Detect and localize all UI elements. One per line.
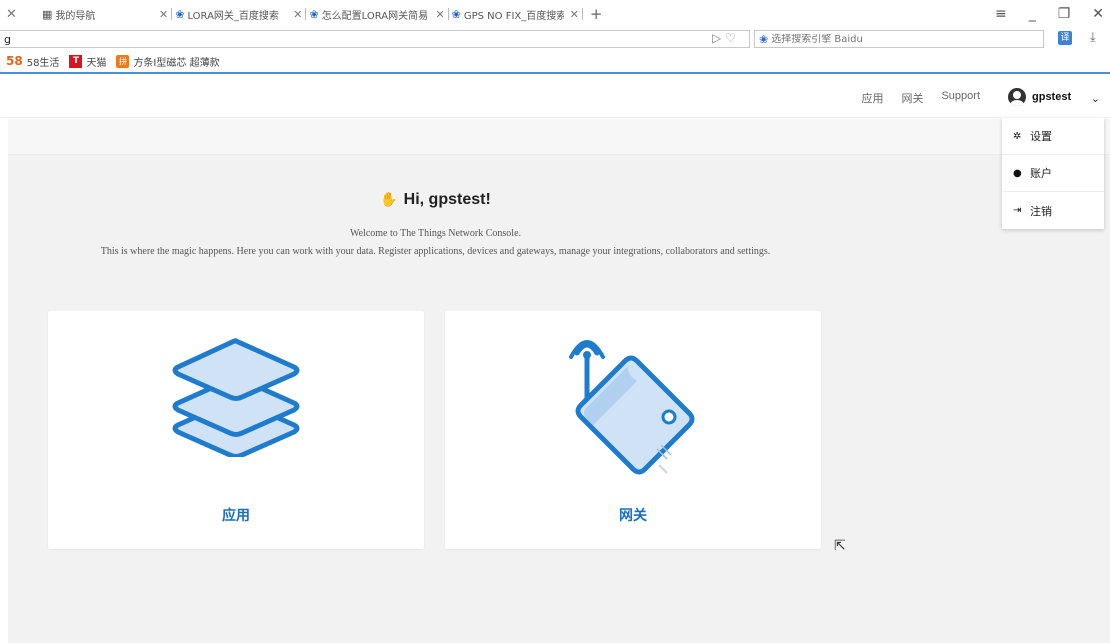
minimize-icon[interactable]: _: [1029, 6, 1036, 22]
tab-separator: [305, 8, 307, 20]
nav-applications[interactable]: 应用: [861, 90, 883, 106]
browser-tab-nav[interactable]: ▦ 我的导航: [30, 0, 155, 28]
close-tab-icon[interactable]: ✕: [6, 7, 17, 22]
bookmarks-bar: 58 58生活 T 天猫 拼 方条I型磁芯 超薄款: [0, 50, 1110, 74]
address-actions: ▷ ♡: [712, 31, 736, 45]
translate-icon[interactable]: 译: [1058, 31, 1072, 45]
heart-icon[interactable]: ♡: [725, 31, 736, 45]
browser-tab-partial[interactable]: ✕: [0, 0, 30, 28]
chevron-down-icon: ⌄: [1090, 92, 1100, 105]
address-bar: ▷ ♡ ❀ 译 ⤓: [0, 28, 1110, 50]
close-tab-icon[interactable]: ✕: [159, 8, 168, 21]
tab-separator: [581, 8, 583, 20]
menu-icon[interactable]: ≡: [995, 6, 1007, 22]
gateway-device-icon: [569, 340, 695, 475]
baidu-paw-icon: ❀: [759, 32, 769, 46]
greeting-text: Hi, gpstest!: [403, 191, 491, 208]
close-tab-icon[interactable]: ✕: [570, 8, 579, 21]
new-tab-icon[interactable]: +: [590, 5, 603, 23]
stacked-layers-icon: [172, 338, 300, 457]
download-icon[interactable]: ⤓: [1090, 30, 1096, 45]
dropdown-item-label: 注销: [1030, 204, 1052, 218]
tab-label: GPS NO FIX_百度搜索: [463, 10, 564, 22]
welcome-text: Welcome to The Things Network Console.: [349, 228, 522, 239]
tab-label: 怎么配置LORA网关简易: [321, 10, 429, 22]
close-tab-icon[interactable]: ✕: [293, 8, 302, 21]
bookmark-label: 58生活: [26, 57, 60, 69]
user-icon: ●: [1013, 167, 1022, 179]
baidu-paw-icon: ❀: [451, 7, 461, 21]
applications-card-label: 应用: [222, 508, 250, 524]
bookmark-label: 天猫: [86, 57, 107, 69]
baidu-paw-icon: ❀: [309, 7, 319, 21]
mouse-cursor-icon: ⇱: [834, 538, 846, 554]
url-input[interactable]: [0, 30, 750, 48]
applications-card[interactable]: 应用: [48, 311, 424, 549]
search-box[interactable]: ❀: [754, 30, 1044, 48]
close-window-icon[interactable]: ✕: [1092, 6, 1104, 22]
restore-icon[interactable]: ❐: [1058, 6, 1071, 22]
site-header: 应用 网关 Support gpstest ⌄: [0, 76, 1110, 118]
close-tab-icon[interactable]: ✕: [435, 8, 444, 21]
username: gpstest: [1032, 91, 1072, 103]
nav-support[interactable]: Support: [941, 90, 980, 106]
gateways-card-label: 网关: [619, 508, 647, 524]
description-text: This is where the magic happens. Here yo…: [100, 246, 771, 257]
play-icon[interactable]: ▷: [712, 31, 721, 45]
main-nav: 应用 网关 Support: [861, 90, 980, 106]
tmall-logo-icon: T: [69, 54, 83, 68]
browser-tab-bar: ✕ ▦ 我的导航 ✕ ❀ LORA网关_百度搜索 ✕ ❀ 怎么配置LORA网关简…: [0, 0, 1110, 28]
window-controls: ≡ _ ❐ ✕: [995, 0, 1104, 28]
user-dropdown: ✲ 设置 ● 账户 ⇥ 注销: [1002, 118, 1104, 229]
dropdown-item-logout[interactable]: ⇥ 注销: [1002, 192, 1104, 229]
tab-label: 我的导航: [55, 10, 96, 22]
waving-hand-icon: ✋: [380, 191, 398, 207]
main-content: ✋ Hi, gpstest! Welcome to The Things Netw…: [8, 119, 1110, 643]
baidu-paw-icon: ❀: [175, 7, 185, 21]
search-input[interactable]: [771, 33, 1022, 45]
dropdown-item-account[interactable]: ● 账户: [1002, 155, 1104, 192]
dropdown-item-label: 账户: [1030, 167, 1052, 180]
gateways-card[interactable]: 网关: [445, 311, 821, 549]
grid-icon: ▦: [42, 7, 53, 21]
tab-label: LORA网关_百度搜索: [187, 10, 279, 22]
gear-icon: ✲: [1013, 130, 1022, 142]
browser-tab-lora[interactable]: ❀ LORA网关_百度搜索: [175, 0, 285, 28]
nav-gateways[interactable]: 网关: [901, 90, 923, 106]
user-menu-button[interactable]: gpstest ⌄: [1002, 76, 1104, 118]
dropdown-item-settings[interactable]: ✲ 设置: [1002, 118, 1104, 155]
sub-header: [8, 119, 1110, 155]
58-logo-icon: 58: [6, 54, 23, 68]
bookmark-product[interactable]: 拼 方条I型磁芯 超薄款: [116, 54, 220, 69]
browser-tab-gps[interactable]: ❀ GPS NO FIX_百度搜索: [452, 0, 564, 28]
bookmark-label: 方条I型磁芯 超薄款: [133, 57, 220, 69]
bookmark-58[interactable]: 58 58生活: [6, 54, 59, 69]
tab-separator: [171, 8, 173, 20]
avatar: [1008, 88, 1026, 106]
browser-tab-config[interactable]: ❀ 怎么配置LORA网关简易: [309, 0, 433, 28]
logout-icon: ⇥: [1013, 205, 1022, 216]
greeting-heading: ✋ Hi, gpstest!: [8, 191, 863, 209]
pinduoduo-logo-icon: 拼: [116, 54, 130, 68]
tab-separator: [447, 8, 449, 20]
dropdown-item-label: 设置: [1030, 130, 1052, 143]
bookmark-tmall[interactable]: T 天猫: [69, 54, 106, 69]
